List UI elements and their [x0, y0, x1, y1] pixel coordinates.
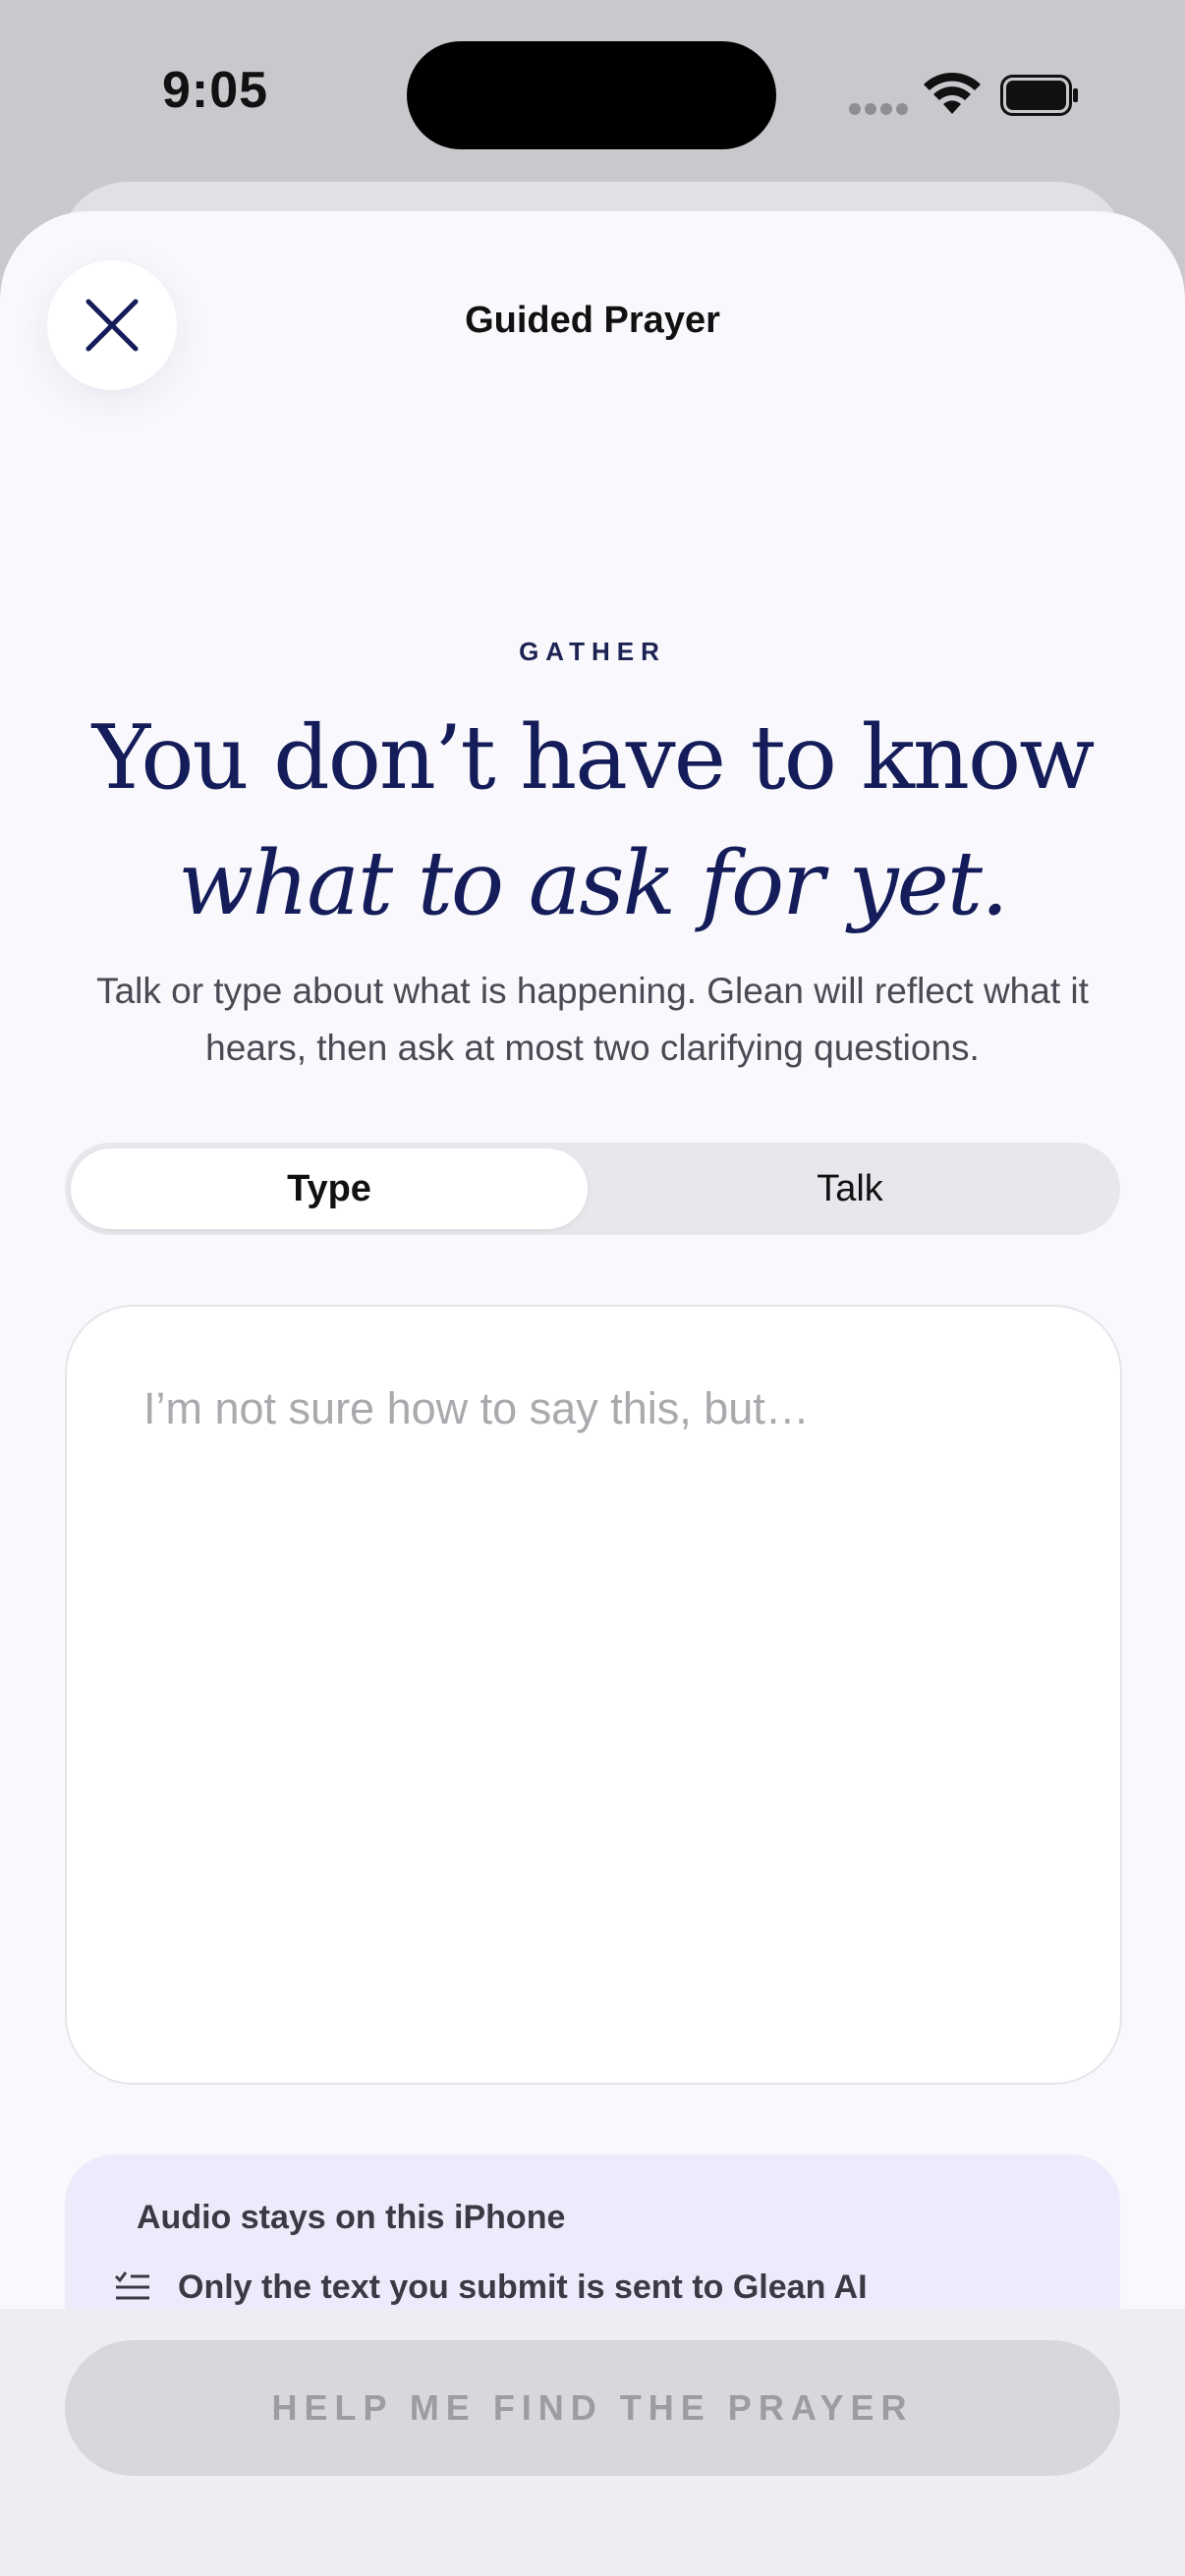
find-prayer-button[interactable]: HELP ME FIND THE PRAYER: [65, 2340, 1120, 2476]
page-title: Guided Prayer: [465, 300, 720, 341]
section-eyebrow: GATHER: [519, 637, 666, 666]
dynamic-island: [407, 41, 776, 149]
privacy-title: Audio stays on this iPhone: [137, 2199, 566, 2236]
wifi-icon: [924, 72, 981, 114]
talk-mode-tab[interactable]: Talk: [592, 1148, 1108, 1229]
status-time: 9:05: [162, 62, 269, 119]
prayer-text-input[interactable]: [141, 1381, 1049, 2014]
headline-line-1: You don’t have to know: [91, 706, 1096, 810]
list-check-icon: [114, 2271, 149, 2300]
cellular-signal-icon: [849, 102, 912, 120]
headline: You don’t have to know what to ask for y…: [0, 696, 1185, 947]
subtitle: Talk or type about what is happening. Gl…: [96, 971, 1089, 1068]
battery-icon: [1000, 75, 1078, 116]
privacy-line: Only the text you submit is sent to Glea…: [178, 2268, 868, 2306]
headline-line-2: what to ask for yet.: [178, 832, 1008, 935]
mode-toggle: Type Talk: [65, 1143, 1120, 1235]
type-mode-tab[interactable]: Type: [71, 1148, 588, 1229]
entry-card: [65, 1305, 1122, 2085]
